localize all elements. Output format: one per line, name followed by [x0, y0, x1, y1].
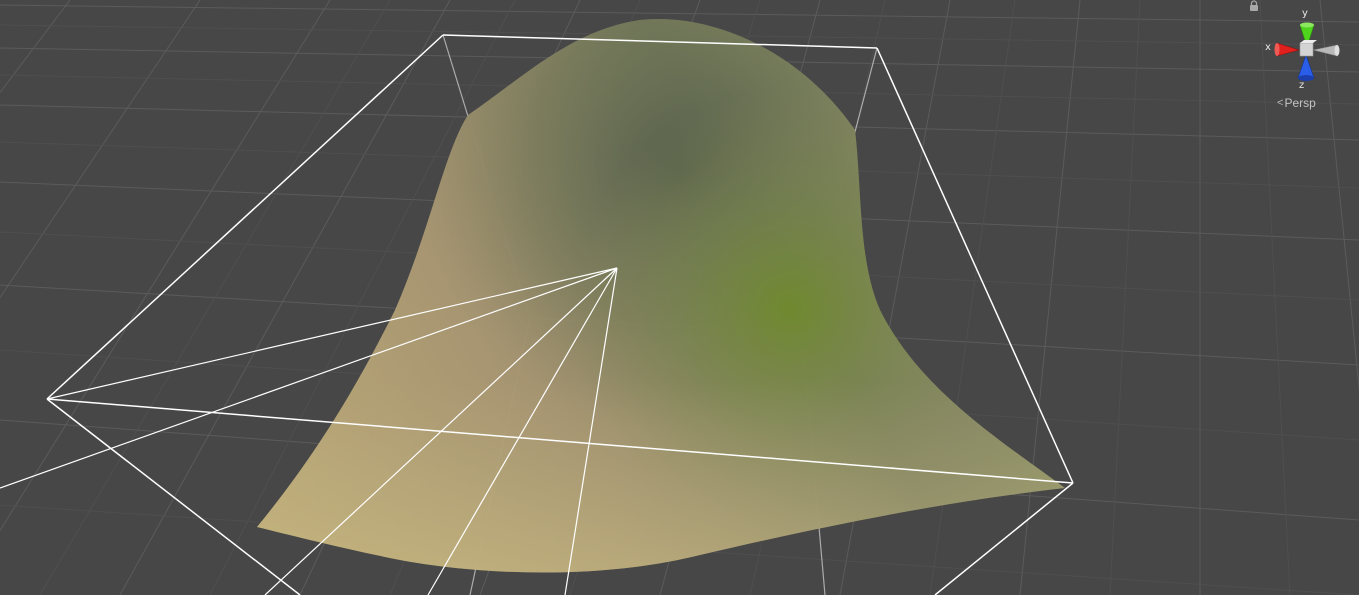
projection-toggle[interactable]: < Persp: [1277, 96, 1316, 110]
scene-viewport[interactable]: y x z < Persp: [0, 0, 1359, 595]
axis-z-cone: [1297, 54, 1315, 79]
chevron-left-icon: <: [1277, 97, 1284, 109]
projection-label: Persp: [1284, 96, 1316, 110]
lock-icon[interactable]: [1249, 0, 1259, 12]
orientation-gizmo[interactable]: y x z < Persp: [1249, 0, 1359, 115]
scene-canvas[interactable]: [0, 0, 1359, 595]
gizmo-center-cube: [1299, 42, 1314, 57]
axis-x-cone: [1276, 42, 1301, 57]
axis-x-label: x: [1265, 42, 1271, 53]
axis-neg-x-cone: [1312, 44, 1338, 57]
axis-z-label: z: [1299, 80, 1305, 91]
axis-y-label: y: [1302, 8, 1308, 19]
